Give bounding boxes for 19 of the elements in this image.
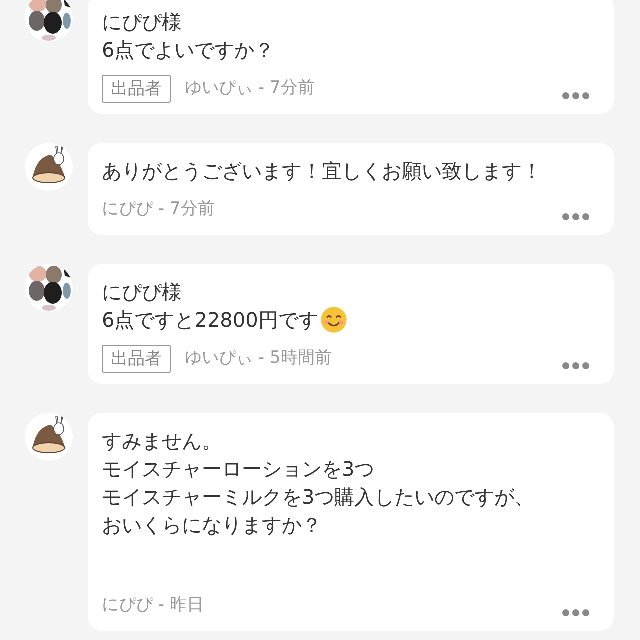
comment-text: ありがとうございます！宜しくお願い致します！ [102, 158, 542, 185]
more-icon[interactable] [562, 362, 590, 370]
comment-text: にぴぴ様 [102, 9, 182, 36]
author-time: ゆいぴぃ - 7分前 [185, 77, 315, 100]
author-time: にぴぴ - 昨日 [102, 594, 204, 618]
comment-text: モイスチャーミルクを3つ購入したいのですが、 [102, 484, 535, 511]
more-icon[interactable] [562, 609, 590, 617]
comment-text: すみません。 [102, 428, 222, 455]
comment-text: にぴぴ様 [102, 279, 182, 306]
seller-badge: 出品者 [102, 75, 171, 103]
comment-text: 6点ですと22800円です [102, 307, 318, 334]
seller-badge: 出品者 [102, 345, 171, 373]
more-icon[interactable] [562, 213, 590, 221]
author-time: にぴぴ - 7分前 [102, 198, 215, 222]
comment-text: モイスチャーローションを3つ [102, 456, 375, 483]
author-time: ゆいぴぃ - 5時間前 [185, 347, 332, 370]
comment-text: 6点でよいですか？ [102, 37, 275, 64]
more-icon[interactable] [562, 92, 590, 100]
comment-text: おいくらになりますか？ [102, 512, 322, 539]
